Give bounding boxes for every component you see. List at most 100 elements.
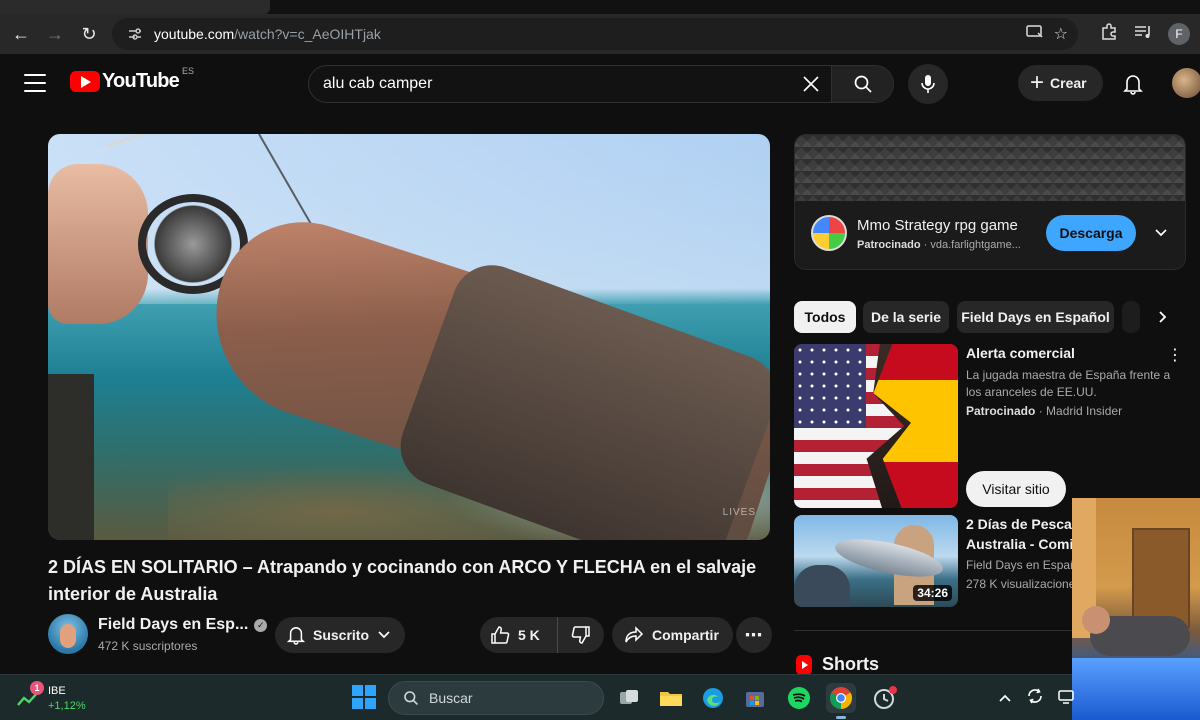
search-input[interactable]: alu cab camper xyxy=(309,75,791,93)
ad-banner-image[interactable] xyxy=(795,135,1185,201)
rec-title-pesca-line2[interactable]: Australia - Comie xyxy=(966,536,1081,552)
video-player[interactable]: LIVES xyxy=(48,134,770,540)
edge-browser-icon[interactable] xyxy=(698,683,728,713)
ad-download-button[interactable]: Descarga xyxy=(1046,215,1136,251)
thumbnail-person xyxy=(794,565,850,607)
bell-icon xyxy=(287,627,305,645)
youtube-logo[interactable]: YouTube ES xyxy=(70,66,194,93)
voice-search-button[interactable] xyxy=(908,64,948,104)
stock-ticker: IBE xyxy=(48,685,66,697)
tray-sync-icon[interactable] xyxy=(1026,687,1044,708)
site-info-icon[interactable] xyxy=(124,23,146,45)
search-icon xyxy=(854,75,872,93)
profile-avatar[interactable]: F xyxy=(1168,23,1190,45)
app-icon-with-badge[interactable] xyxy=(870,683,900,713)
forward-arrow-icon[interactable]: → xyxy=(38,17,72,51)
task-view-icon[interactable] xyxy=(614,683,644,713)
share-button[interactable]: Compartir xyxy=(612,617,733,653)
url-host: youtube.com xyxy=(154,26,235,42)
file-explorer-icon[interactable] xyxy=(656,683,686,713)
account-avatar[interactable] xyxy=(1172,68,1200,98)
webcam-person-head xyxy=(1082,606,1110,634)
video-frame-hand xyxy=(48,164,148,324)
ad-domain: · vda.farlightgame... xyxy=(923,239,1021,251)
url-text: youtube.com/watch?v=c_AeOIHTjak xyxy=(154,26,381,42)
browser-toolbar: ← → ↻ youtube.com/watch?v=c_AeOIHTjak ☆ … xyxy=(0,14,1200,54)
shorts-shelf-header: Shorts xyxy=(796,654,879,675)
rec-advertiser: · Madrid Insider xyxy=(1038,404,1123,418)
search-button[interactable] xyxy=(831,66,893,102)
address-bar[interactable]: youtube.com/watch?v=c_AeOIHTjak ☆ xyxy=(112,18,1078,50)
verified-check-icon: ✓ xyxy=(254,618,268,632)
rec-thumbnail-pesca[interactable]: 34:26 xyxy=(794,515,958,607)
channel-name-link[interactable]: Field Days en Esp... ✓ xyxy=(98,616,268,634)
country-code: ES xyxy=(181,66,194,76)
like-button[interactable]: 5 K xyxy=(480,617,558,653)
video-frame-leg xyxy=(48,374,94,540)
more-dots-icon: ⋯ xyxy=(744,624,764,645)
tray-network-icon[interactable] xyxy=(1058,688,1074,707)
subscribed-label: Suscrito xyxy=(313,627,370,643)
spotify-icon[interactable] xyxy=(784,683,814,713)
chevron-down-icon xyxy=(378,631,390,639)
chips-next-arrow-icon[interactable] xyxy=(1150,304,1176,330)
shorts-icon xyxy=(796,654,812,675)
ad-game-logo xyxy=(811,215,847,251)
chrome-icon[interactable] xyxy=(826,683,856,719)
extensions-icon[interactable] xyxy=(1100,22,1118,46)
channel-avatar[interactable] xyxy=(48,614,88,654)
microsoft-store-icon[interactable] xyxy=(740,683,770,713)
visit-site-button[interactable]: Visitar sitio xyxy=(966,471,1066,507)
related-filter-chips: Todos De la serie Field Days en Español xyxy=(794,300,1186,334)
browser-tab[interactable] xyxy=(0,0,270,14)
rec-sponsor-line: Patrocinado · Madrid Insider xyxy=(966,404,1122,418)
reload-icon[interactable]: ↻ xyxy=(72,17,106,51)
rec-menu-kebab-icon[interactable]: ⋮ xyxy=(1166,344,1184,366)
chip-field-days[interactable]: Field Days en Español xyxy=(957,301,1114,333)
stock-change: +1,12% xyxy=(48,700,86,712)
chip-overflow[interactable] xyxy=(1122,301,1140,333)
bookmark-star-icon[interactable]: ☆ xyxy=(1054,24,1068,44)
taskbar-search[interactable]: Buscar xyxy=(388,681,604,715)
search-icon xyxy=(404,691,418,705)
rec-title-alerta[interactable]: Alerta comercial xyxy=(966,345,1075,361)
chip-todos[interactable]: Todos xyxy=(794,301,856,333)
notification-badge: 1 xyxy=(30,681,44,695)
windows-start-icon[interactable] xyxy=(352,685,376,709)
channel-name: Field Days en Esp... xyxy=(98,616,249,633)
youtube-play-icon xyxy=(70,71,100,92)
subscriber-count: 472 K suscriptores xyxy=(98,639,198,653)
video-duration-badge: 34:26 xyxy=(913,585,952,601)
subscribed-button[interactable]: Suscrito xyxy=(275,617,406,653)
browser-tab-strip xyxy=(0,0,1200,14)
ad-title[interactable]: Mmo Strategy rpg game xyxy=(857,217,1018,234)
media-control-icon[interactable] xyxy=(1134,24,1152,45)
rec-title-pesca-line1[interactable]: 2 Días de Pesca y xyxy=(966,516,1084,532)
ad-expand-chevron-icon[interactable] xyxy=(1151,223,1171,243)
rec-description-alerta: La jugada maestra de España frente a los… xyxy=(966,368,1171,399)
create-label: Crear xyxy=(1050,75,1087,91)
stock-widget[interactable]: 1 IBE +1,12% xyxy=(16,681,96,715)
webcam-bed xyxy=(1072,658,1200,720)
system-tray xyxy=(998,687,1074,708)
install-app-icon[interactable] xyxy=(1025,24,1044,45)
back-arrow-icon[interactable]: ← xyxy=(4,17,38,51)
chip-de-la-serie[interactable]: De la serie xyxy=(863,301,949,333)
video-title: 2 DÍAS EN SOLITARIO – Atrapando y cocina… xyxy=(48,557,757,604)
more-actions-button[interactable]: ⋯ xyxy=(736,617,772,653)
dislike-button[interactable] xyxy=(558,617,604,653)
like-count: 5 K xyxy=(518,627,540,643)
notifications-bell-icon[interactable] xyxy=(1118,69,1148,99)
share-arrow-icon xyxy=(625,626,644,643)
create-button[interactable]: + Crear xyxy=(1018,65,1103,101)
youtube-masthead: YouTube ES alu cab camper + Crear xyxy=(0,54,1200,112)
menu-icon[interactable] xyxy=(22,72,48,94)
shorts-label: Shorts xyxy=(822,654,880,674)
section-divider xyxy=(794,630,1074,631)
tray-chevron-up-icon[interactable] xyxy=(998,690,1012,706)
clear-search-icon[interactable] xyxy=(791,66,831,102)
rec-thumbnail-alerta[interactable] xyxy=(794,344,958,508)
search-box[interactable]: alu cab camper xyxy=(308,65,894,103)
microphone-icon xyxy=(921,75,935,93)
sponsored-ad-card[interactable]: Mmo Strategy rpg game Patrocinado · vda.… xyxy=(794,134,1186,270)
